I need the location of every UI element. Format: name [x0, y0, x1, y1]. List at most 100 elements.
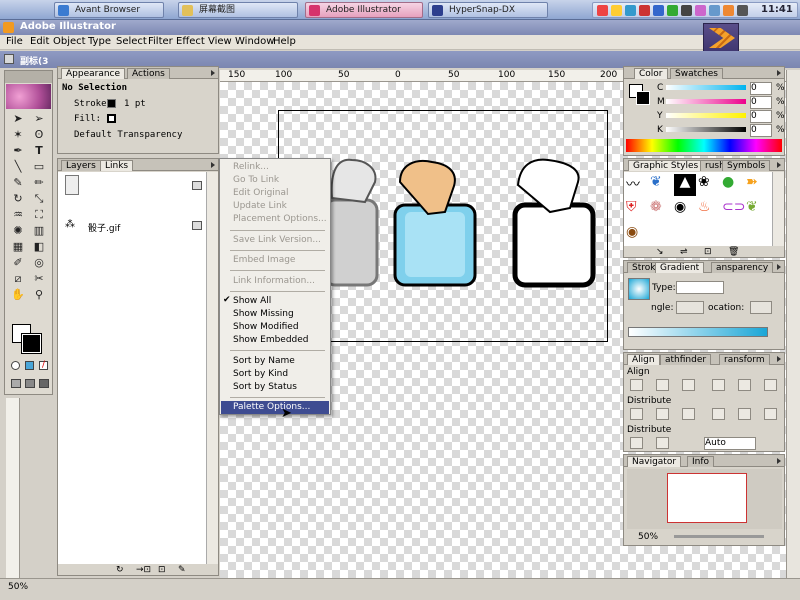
navigator-zoom-slider[interactable] [674, 535, 764, 538]
tab-transform[interactable]: ransform [719, 354, 770, 365]
tray-icon-9[interactable] [709, 5, 720, 16]
symbol-target-icon[interactable]: ◉ [674, 199, 696, 221]
align-top-icon[interactable] [712, 379, 725, 391]
taskbar-button-avant[interactable]: Avant Browser [54, 2, 164, 18]
artwork[interactable] [320, 150, 600, 300]
gradient-location-input[interactable] [750, 301, 772, 314]
mesh-tool-icon[interactable]: ▦ [9, 239, 27, 255]
gradient-preview[interactable] [628, 278, 650, 300]
tray-icon-3[interactable] [625, 5, 636, 16]
gradient-type-select[interactable] [676, 281, 724, 294]
tray-icon-1[interactable] [597, 5, 608, 16]
channel-y-input[interactable]: 0 [750, 110, 772, 123]
scissors-tool-icon[interactable]: ✂ [30, 271, 48, 287]
magic-wand-tool-icon[interactable]: ✶ [9, 127, 27, 143]
delete-symbol-icon[interactable]: 🗑 [728, 247, 739, 257]
panel-menu-icon[interactable] [777, 458, 781, 464]
menu-select[interactable]: Select [116, 36, 147, 47]
tab-info[interactable]: Info [687, 456, 715, 467]
menu-item-placement-options[interactable]: Placement Options... [233, 214, 327, 224]
menu-item-show-modified[interactable]: Show Modified [233, 322, 299, 332]
eyedropper-tool-icon[interactable]: ✐ [9, 255, 27, 271]
panel-menu-icon[interactable] [777, 162, 781, 168]
zoom-tool-icon[interactable]: ⚲ [30, 287, 48, 303]
list-item[interactable]: ⁂ 骰子.gif [58, 218, 206, 234]
tray-icon-2[interactable] [611, 5, 622, 16]
stroke-swatch[interactable] [21, 333, 42, 354]
links-scrollbar[interactable] [206, 172, 218, 564]
lasso-tool-icon[interactable]: ʘ [30, 127, 48, 143]
list-item[interactable] [58, 172, 206, 202]
rectangle-tool-icon[interactable]: ▭ [30, 159, 48, 175]
spacing-auto-select[interactable]: Auto [704, 437, 756, 450]
break-link-icon[interactable]: ⇌ [680, 247, 688, 257]
volume-icon[interactable] [737, 5, 748, 16]
distribute-right-icon[interactable] [764, 408, 777, 420]
edit-original-icon[interactable]: ✎ [178, 565, 186, 575]
tab-actions[interactable]: Actions [127, 68, 170, 79]
menu-item-show-missing[interactable]: Show Missing [233, 309, 294, 319]
tray-icon-5[interactable] [653, 5, 664, 16]
scale-tool-icon[interactable]: ⤡ [30, 191, 48, 207]
paintbrush-tool-icon[interactable]: ✎ [9, 175, 27, 191]
menu-item-show-embedded[interactable]: Show Embedded [233, 335, 309, 345]
menu-item-relink[interactable]: Relink... [233, 162, 269, 172]
symbol-fish-icon[interactable]: ⊂⊃ [722, 199, 745, 221]
distribute-top-icon[interactable] [630, 408, 643, 420]
tab-pathfinder[interactable]: athfinder [660, 354, 712, 365]
menu-file[interactable]: File [6, 36, 23, 47]
tray-icon-4[interactable] [639, 5, 650, 16]
tab-navigator[interactable]: Navigator [627, 456, 682, 467]
pen-tool-icon[interactable]: ✒ [9, 143, 27, 159]
menu-item-sort-by-status[interactable]: Sort by Status [233, 382, 297, 392]
menu-edit[interactable]: Edit [30, 36, 49, 47]
distribute-hcenter-icon[interactable] [738, 408, 751, 420]
taskbar-button-hypersnap[interactable]: HyperSnap-DX [428, 2, 548, 18]
free-transform-tool-icon[interactable]: ⛶ [30, 207, 48, 223]
tray-icon-7[interactable] [681, 5, 692, 16]
zoom-level[interactable]: 50% [8, 582, 28, 592]
fill-color-swatch[interactable] [107, 114, 116, 123]
channel-k-slider[interactable] [666, 127, 746, 132]
align-vcenter-icon[interactable] [738, 379, 751, 391]
channel-c-slider[interactable] [666, 85, 746, 90]
new-symbol-icon[interactable]: ⊡ [704, 247, 712, 257]
color-stroke-swatch[interactable] [636, 91, 650, 105]
menu-item-go-to-link[interactable]: Go To Link [233, 175, 279, 185]
gradient-tool-icon[interactable]: ◧ [30, 239, 48, 255]
menu-item-edit-original[interactable]: Edit Original [233, 188, 289, 198]
align-right-icon[interactable] [682, 379, 695, 391]
symbol-sprayer-tool-icon[interactable]: ✺ [9, 223, 27, 239]
color-spectrum[interactable] [626, 139, 782, 152]
screen-mode-standard-icon[interactable] [11, 379, 21, 388]
taskbar-button-screenshots[interactable]: 屏幕截图 [178, 2, 298, 18]
screen-mode-full-icon[interactable] [39, 379, 49, 388]
symbol-arrow-icon[interactable]: ➽ [746, 174, 768, 196]
symbol-birds-icon[interactable]: 〰 [626, 174, 648, 196]
gradient-ramp[interactable] [628, 327, 768, 337]
menu-item-link-information[interactable]: Link Information... [233, 276, 315, 286]
distribute-hspace-icon[interactable] [656, 437, 669, 449]
menu-item-embed-image[interactable]: Embed Image [233, 255, 295, 265]
distribute-bottom-icon[interactable] [682, 408, 695, 420]
menu-item-sort-by-kind[interactable]: Sort by Kind [233, 369, 288, 379]
distribute-left-icon[interactable] [712, 408, 725, 420]
symbol-swirl-icon[interactable]: ❁ [650, 199, 672, 221]
channel-m-input[interactable]: 0 [750, 96, 772, 109]
menu-filter[interactable]: Filter [148, 36, 173, 47]
menu-help[interactable]: Help [273, 36, 296, 47]
channel-k-input[interactable]: 0 [750, 124, 772, 137]
tab-swatches[interactable]: Swatches [670, 68, 723, 79]
symbol-butterfly-icon[interactable]: ❦ [650, 174, 672, 196]
menu-view[interactable]: View [208, 36, 232, 47]
align-bottom-icon[interactable] [764, 379, 777, 391]
gradient-mode-icon[interactable] [25, 361, 34, 370]
channel-c-input[interactable]: 0 [750, 82, 772, 95]
align-hcenter-icon[interactable] [656, 379, 669, 391]
vertical-scrollbar[interactable] [786, 70, 800, 578]
menu-item-sort-by-name[interactable]: Sort by Name [233, 356, 295, 366]
tab-transparency[interactable]: ansparency [711, 262, 774, 273]
panel-menu-icon[interactable] [777, 70, 781, 76]
graph-tool-icon[interactable]: ▥ [30, 223, 48, 239]
align-left-icon[interactable] [630, 379, 643, 391]
